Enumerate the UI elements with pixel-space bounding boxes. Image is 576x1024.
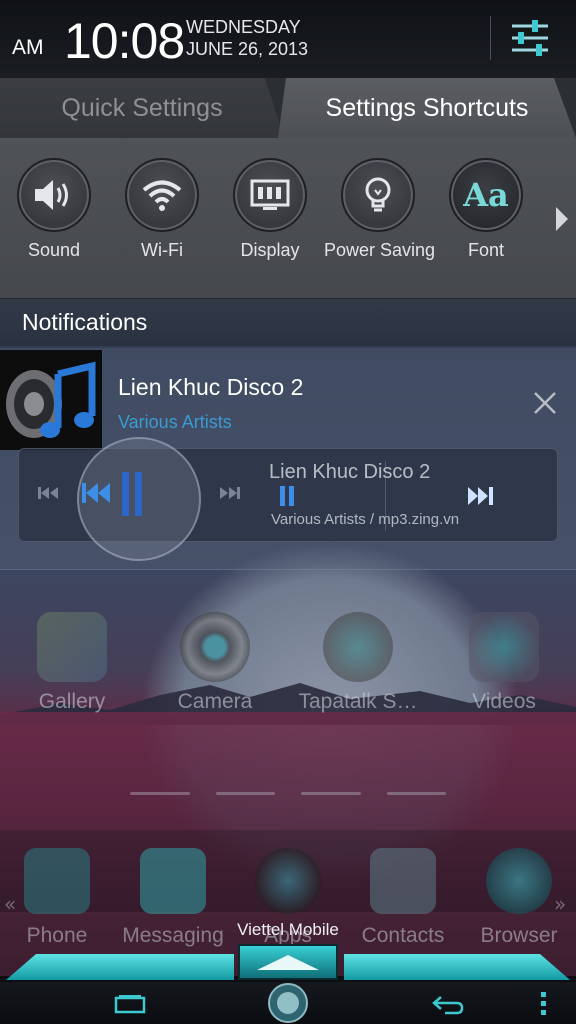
chevron-up-icon bbox=[257, 955, 319, 970]
pause-icon[interactable] bbox=[121, 471, 143, 517]
player-divider bbox=[385, 461, 386, 531]
notifications-title: Notifications bbox=[22, 309, 148, 335]
shade-tabs: Quick Settings Settings Shortcuts bbox=[0, 78, 576, 138]
tray-right-bar bbox=[344, 954, 570, 980]
settings-button[interactable] bbox=[506, 16, 554, 60]
settings-shortcuts-panel: Sound Wi-Fi Display Power Saving Aa Font bbox=[0, 138, 576, 298]
rewind-icon[interactable] bbox=[81, 481, 111, 505]
sliders-icon bbox=[512, 20, 548, 56]
home-app-label: Camera bbox=[177, 690, 253, 713]
menu-button[interactable] bbox=[534, 988, 554, 1020]
home-app-label: Videos bbox=[472, 690, 536, 713]
gallery-icon bbox=[37, 612, 107, 682]
film-reel-icon bbox=[469, 612, 539, 682]
next-icon[interactable] bbox=[467, 485, 495, 507]
song-artist: Various Artists bbox=[118, 412, 232, 432]
home-button[interactable] bbox=[266, 982, 310, 1024]
back-button[interactable] bbox=[428, 988, 468, 1020]
home-app-tapatalk[interactable]: Tapatalk S… bbox=[298, 612, 418, 714]
globe-icon bbox=[486, 848, 552, 914]
fast-forward-dim-icon[interactable] bbox=[219, 485, 241, 501]
home-app-gallery[interactable]: Gallery bbox=[12, 612, 132, 714]
lightbulb-icon bbox=[365, 177, 391, 212]
previous-icon[interactable] bbox=[37, 485, 59, 501]
tray-left-bar bbox=[6, 954, 234, 980]
album-art bbox=[0, 350, 102, 450]
shortcut-label: Display bbox=[240, 240, 300, 260]
shortcut-power-saving[interactable]: Power Saving bbox=[324, 158, 436, 261]
clock-weekday: WEDNESDAY bbox=[186, 17, 301, 37]
notifications-header: Notifications bbox=[0, 298, 576, 346]
shortcut-label: Power Saving bbox=[324, 240, 436, 260]
shortcut-font[interactable]: Aa Font bbox=[432, 158, 540, 261]
messaging-icon bbox=[140, 848, 206, 914]
font-icon: Aa bbox=[463, 176, 509, 214]
clock-date: JUNE 26, 2013 bbox=[186, 39, 309, 59]
shortcut-circle bbox=[233, 158, 307, 232]
status-header: AM 10:08 WEDNESDAY JUNE 26, 2013 bbox=[0, 0, 576, 78]
chevron-right-icon[interactable] bbox=[552, 204, 572, 234]
shortcut-label: Wi-Fi bbox=[141, 240, 183, 260]
page-indicator bbox=[130, 792, 446, 796]
back-arrow-icon bbox=[432, 996, 464, 1015]
home-app-camera[interactable]: Camera bbox=[155, 612, 275, 714]
shortcut-wifi[interactable]: Wi-Fi bbox=[108, 158, 216, 261]
page-dot bbox=[215, 792, 275, 795]
shortcut-display[interactable]: Display bbox=[216, 158, 324, 261]
small-pause-icon[interactable] bbox=[279, 485, 295, 507]
page-dot bbox=[386, 792, 446, 795]
tab-settings-shortcuts[interactable]: Settings Shortcuts bbox=[278, 78, 576, 138]
home-app-videos[interactable]: Videos bbox=[444, 612, 564, 714]
player-track-title: Lien Khuc Disco 2 bbox=[269, 461, 431, 483]
shortcut-circle bbox=[341, 158, 415, 232]
home-logo-icon bbox=[268, 983, 308, 1023]
contacts-icon bbox=[370, 848, 436, 914]
shortcut-circle bbox=[17, 158, 91, 232]
page-dot bbox=[130, 792, 190, 795]
wifi-icon bbox=[142, 180, 182, 211]
open-drawer-button[interactable] bbox=[238, 944, 338, 980]
shortcut-label: Sound bbox=[27, 240, 81, 260]
header-divider bbox=[490, 16, 491, 60]
close-icon[interactable] bbox=[528, 386, 562, 420]
shortcut-circle: Aa bbox=[449, 158, 523, 232]
shortcut-sound[interactable]: Sound bbox=[0, 158, 108, 261]
tab-quick-settings[interactable]: Quick Settings bbox=[0, 78, 284, 138]
shortcut-label: Font bbox=[467, 240, 505, 260]
page-dot bbox=[301, 792, 361, 795]
music-player-icon bbox=[6, 361, 96, 438]
apps-gear-icon bbox=[255, 848, 321, 914]
navigation-bar bbox=[0, 982, 576, 1024]
shortcut-circle bbox=[125, 158, 199, 232]
home-app-label: Tapatalk S… bbox=[298, 690, 418, 713]
media-player-widget: Lien Khuc Disco 2 Various Artists / mp3.… bbox=[18, 437, 558, 561]
display-icon bbox=[250, 179, 290, 210]
player-subtitle: Various Artists / mp3.zing.vn bbox=[271, 511, 460, 528]
recent-apps-icon bbox=[114, 995, 146, 1014]
overflow-menu-icon bbox=[541, 992, 546, 1015]
tapatalk-icon bbox=[323, 612, 393, 682]
clock-time: 10:08 bbox=[64, 13, 185, 69]
media-notification[interactable]: Lien Khuc Disco 2 Various Artists Lien K… bbox=[0, 348, 576, 570]
phone-icon bbox=[24, 848, 90, 914]
speaker-icon bbox=[35, 180, 68, 210]
recent-apps-button[interactable] bbox=[110, 988, 150, 1020]
song-title: Lien Khuc Disco 2 bbox=[118, 374, 304, 400]
home-app-label: Gallery bbox=[38, 690, 106, 713]
camera-icon bbox=[180, 612, 250, 682]
clock-ampm: AM bbox=[12, 36, 44, 59]
carrier-label: Viettel Mobile bbox=[237, 920, 339, 939]
app-tray-bar bbox=[0, 944, 576, 982]
